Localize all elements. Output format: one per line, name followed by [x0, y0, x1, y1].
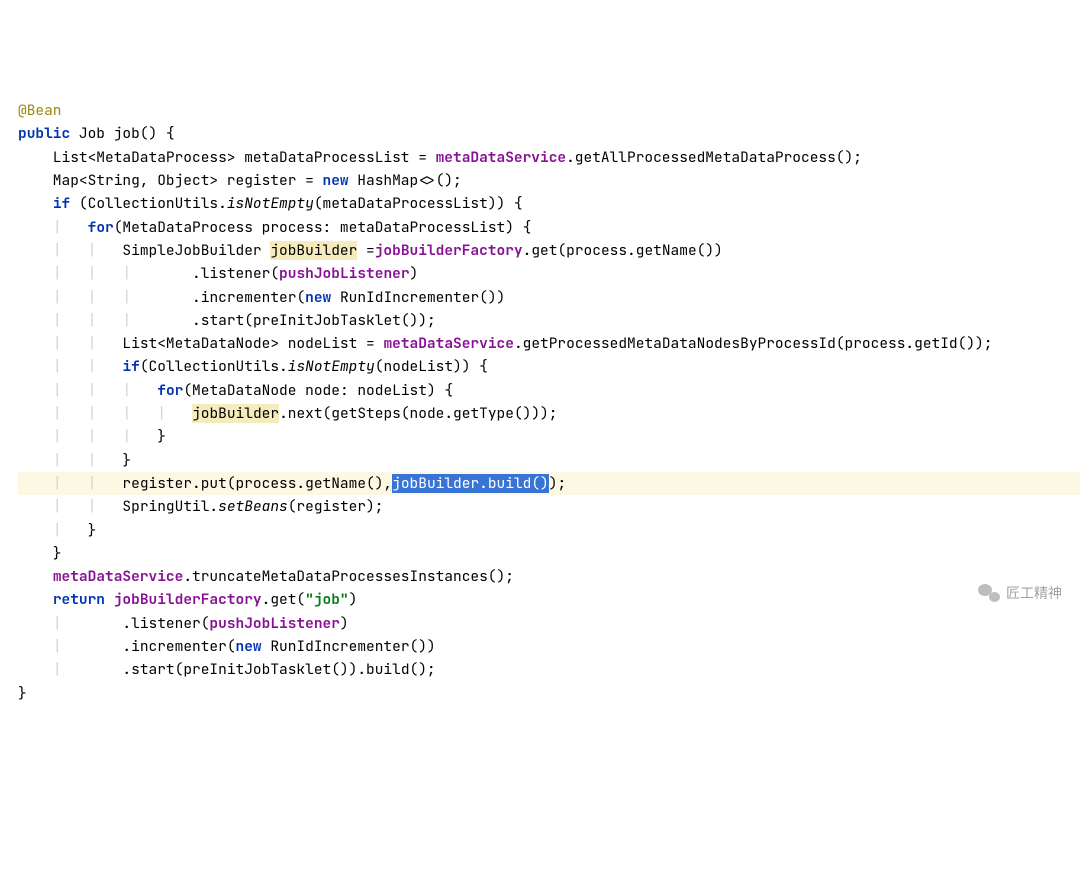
code-line: | | | .listener(pushJobListener) — [18, 262, 1080, 285]
code-line: | .start(preInitJobTasklet()).build(); — [18, 658, 1080, 681]
code-line: } — [18, 542, 1080, 565]
watermark-text: 匠工精神 — [1006, 582, 1062, 605]
code-line: Map<String, Object> register = new HashM… — [18, 169, 1080, 192]
code-line: | .listener(pushJobListener) — [18, 612, 1080, 635]
code-line: metaDataService.truncateMetaDataProcesse… — [18, 565, 1080, 588]
code-line: @Bean — [18, 99, 1080, 122]
code-line: if (CollectionUtils.isNotEmpty(metaDataP… — [18, 192, 1080, 215]
code-line: List<MetaDataProcess> metaDataProcessLis… — [18, 146, 1080, 169]
wechat-watermark: 匠工精神 — [978, 582, 1062, 605]
wechat-icon — [978, 584, 1000, 602]
code-line: | | | } — [18, 425, 1080, 448]
code-line: | for(MetaDataProcess process: metaDataP… — [18, 216, 1080, 239]
code-editor-viewport: @Beanpublic Job job() { List<MetaDataPro… — [18, 99, 1080, 705]
code-line: | | } — [18, 449, 1080, 472]
code-line: | | | for(MetaDataNode node: nodeList) { — [18, 379, 1080, 402]
code-line: return jobBuilderFactory.get("job") — [18, 588, 1080, 611]
code-line: | .incrementer(new RunIdIncrementer()) — [18, 635, 1080, 658]
code-line: | | List<MetaDataNode> nodeList = metaDa… — [18, 332, 1080, 355]
code-line: | } — [18, 519, 1080, 542]
code-line: | | | .incrementer(new RunIdIncrementer(… — [18, 286, 1080, 309]
code-line: public Job job() { — [18, 122, 1080, 145]
code-line: | | SpringUtil.setBeans(register); — [18, 495, 1080, 518]
code-line: | | | .start(preInitJobTasklet()); — [18, 309, 1080, 332]
code-line: | | if(CollectionUtils.isNotEmpty(nodeLi… — [18, 355, 1080, 378]
code-line: | | register.put(process.getName(),jobBu… — [18, 472, 1080, 495]
code-line: } — [18, 682, 1080, 705]
code-line: | | SimpleJobBuilder jobBuilder =jobBuil… — [18, 239, 1080, 262]
code-line: | | | | jobBuilder.next(getSteps(node.ge… — [18, 402, 1080, 425]
